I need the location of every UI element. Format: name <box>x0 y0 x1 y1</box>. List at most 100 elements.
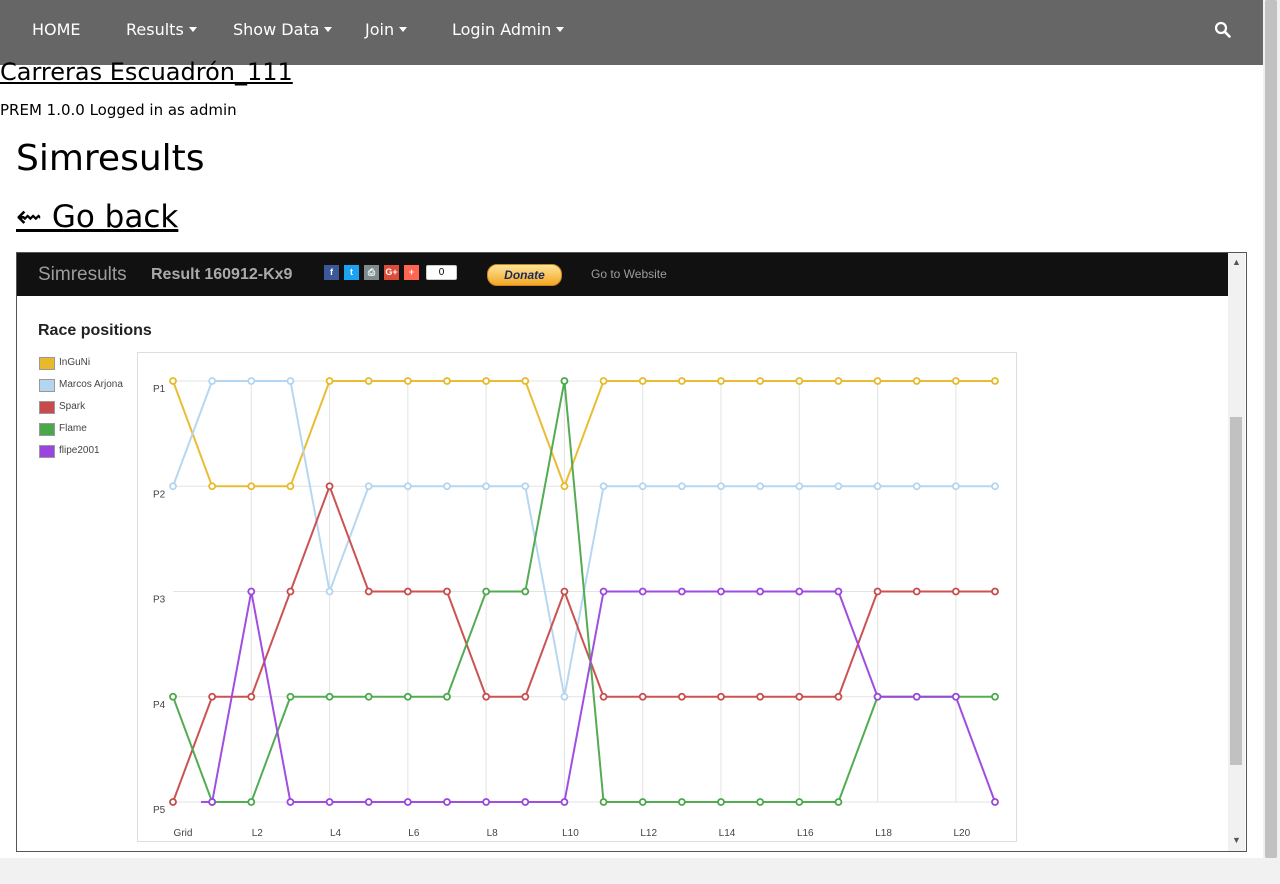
scroll-down-arrow-icon[interactable]: ▼ <box>1229 833 1244 848</box>
data-point <box>756 587 765 596</box>
data-point <box>247 587 256 596</box>
data-point <box>403 692 412 701</box>
x-tick-label: L20 <box>954 828 971 839</box>
data-point <box>443 798 451 806</box>
chart-title: Race positions <box>38 322 152 339</box>
data-point <box>873 587 882 596</box>
data-point <box>521 377 530 385</box>
nav-show-data-dropdown[interactable]: Show Data <box>233 0 333 60</box>
data-point <box>795 587 804 596</box>
x-tick-label: L16 <box>797 828 814 839</box>
share-plus-icon[interactable]: + <box>404 265 419 280</box>
y-tick-label: P5 <box>153 805 166 816</box>
legend-label: Spark <box>59 401 86 412</box>
data-point <box>521 587 530 596</box>
data-point <box>795 798 804 806</box>
donate-button[interactable]: Donate <box>487 264 562 286</box>
data-point <box>560 377 569 385</box>
legend-swatch <box>39 401 55 414</box>
frame-scroll-thumb[interactable] <box>1230 417 1242 765</box>
data-point <box>208 692 217 701</box>
data-point <box>951 692 960 701</box>
data-point <box>482 482 491 491</box>
legend-swatch <box>39 445 55 458</box>
top-navbar: HOME Results Show Data Join Login Admin <box>0 0 1263 65</box>
data-point <box>638 692 647 701</box>
data-point <box>169 377 177 385</box>
data-point <box>364 692 373 701</box>
caret-down-icon <box>324 27 333 32</box>
legend-label: Marcos Arjona <box>59 379 123 390</box>
twitter-icon[interactable]: t <box>344 265 359 280</box>
nav-show-data-label: Show Data <box>233 20 320 39</box>
data-point <box>403 587 412 596</box>
data-point <box>325 482 334 491</box>
legend-label: InGuNi <box>59 357 91 368</box>
data-point <box>951 377 960 385</box>
nav-home[interactable]: HOME <box>32 0 81 60</box>
print-icon[interactable]: ⎙ <box>364 265 379 280</box>
data-point <box>560 482 569 491</box>
y-tick-label: P2 <box>153 489 166 500</box>
nav-join-label: Join <box>365 20 395 39</box>
data-point <box>325 692 334 701</box>
data-point <box>286 377 295 385</box>
data-point <box>560 692 569 701</box>
data-point <box>873 692 882 701</box>
data-point <box>521 692 530 701</box>
site-title-link[interactable]: Carreras Escuadrón_111 <box>0 58 293 86</box>
data-point <box>795 377 804 385</box>
data-point <box>951 587 960 596</box>
data-point <box>834 482 843 491</box>
go-back-link[interactable]: ⇜ Go back <box>16 199 178 235</box>
data-point <box>482 377 491 385</box>
data-point <box>521 482 530 491</box>
simresults-brand[interactable]: Simresults <box>38 264 127 286</box>
data-point <box>443 482 451 491</box>
data-point <box>599 482 608 491</box>
data-point <box>717 377 725 385</box>
data-point <box>599 798 608 806</box>
data-point <box>638 587 647 596</box>
nav-login-admin-dropdown[interactable]: Login Admin <box>452 0 565 60</box>
x-tick-label: L10 <box>562 828 579 839</box>
data-point <box>443 377 451 385</box>
share-count: 0 <box>426 265 457 280</box>
data-point <box>912 587 921 596</box>
horizontal-scrollbar[interactable] <box>0 858 1263 884</box>
data-point <box>208 377 217 385</box>
scroll-up-arrow-icon[interactable]: ▲ <box>1229 255 1244 270</box>
caret-down-icon <box>399 27 408 32</box>
data-point <box>325 377 334 385</box>
data-point <box>364 377 373 385</box>
data-point <box>482 692 491 701</box>
go-to-website-link[interactable]: Go to Website <box>591 267 667 281</box>
data-point <box>677 692 686 701</box>
data-point <box>247 482 256 491</box>
data-point <box>717 482 725 491</box>
nav-results-dropdown[interactable]: Results <box>126 0 197 60</box>
data-point <box>717 798 725 806</box>
simresults-frame: Simresults Result 160912-Kx9 f t ⎙ G+ + 0 Do… <box>16 252 1247 852</box>
data-point <box>482 798 491 806</box>
nav-join-dropdown[interactable]: Join <box>365 0 408 60</box>
data-point <box>756 482 765 491</box>
x-tick-label: L4 <box>330 828 342 839</box>
data-point <box>951 482 960 491</box>
facebook-icon[interactable]: f <box>324 265 339 280</box>
nav-login-admin-label: Login Admin <box>452 20 552 39</box>
search-icon[interactable] <box>1214 21 1232 39</box>
vertical-scroll-thumb[interactable] <box>1265 0 1277 858</box>
data-point <box>677 377 686 385</box>
x-tick-label: L12 <box>640 828 657 839</box>
data-point <box>873 377 882 385</box>
data-point <box>834 798 843 806</box>
data-point <box>247 377 256 385</box>
google-plus-icon[interactable]: G+ <box>384 265 399 280</box>
data-point <box>325 798 334 806</box>
x-tick-label: Grid <box>174 828 193 839</box>
data-point <box>991 798 999 806</box>
x-tick-label: L2 <box>252 828 264 839</box>
data-point <box>834 377 843 385</box>
frame-scrollbar[interactable]: ▲ ▼ <box>1228 253 1245 851</box>
